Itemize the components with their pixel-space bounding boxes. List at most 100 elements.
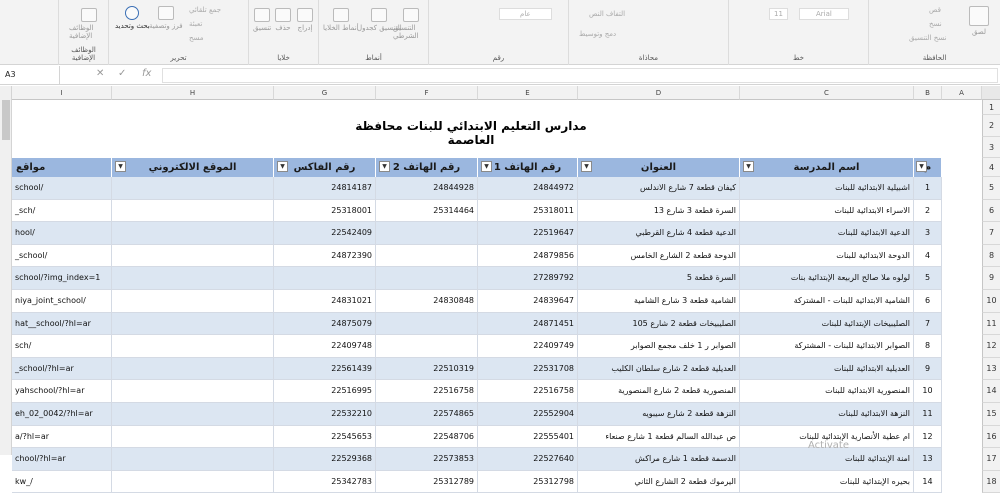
cell-m[interactable]: 9 <box>914 357 942 381</box>
cell-name[interactable]: امنة الإبتدائية للبنات <box>740 448 914 471</box>
filter-dropdown-icon[interactable]: ▼ <box>379 161 390 172</box>
header-fax[interactable]: رقم الفاكس ▼ <box>274 158 376 177</box>
cell-name[interactable]: الصليبيخات الإبتدائية للبنات <box>740 312 914 336</box>
cell-web[interactable] <box>112 380 274 403</box>
cell-addr[interactable]: النزهة قطعة 2 شارع سيبويه <box>578 403 740 426</box>
row-header[interactable]: 8 <box>982 244 1000 268</box>
row-header[interactable]: 1 <box>982 100 1000 115</box>
cell-fax[interactable]: 25318001 <box>274 199 376 223</box>
formula-input[interactable] <box>162 68 998 83</box>
cell-site[interactable]: school/ <box>12 177 112 200</box>
cell-addr[interactable]: الصوابر ر 1 خلف مجمع الصوابر <box>578 335 740 358</box>
header-tel2[interactable]: رقم الهاتف 2 ▼ <box>376 158 478 177</box>
cell-web[interactable] <box>112 177 274 200</box>
cell-tel1[interactable]: 22531708 <box>478 357 578 381</box>
row-header[interactable]: 14 <box>982 380 1000 403</box>
cell-tel2[interactable]: 24844928 <box>376 177 478 200</box>
cell-tel2[interactable] <box>376 267 478 290</box>
cell-web[interactable] <box>112 335 274 358</box>
cell-site[interactable]: chool/?hl=ar <box>12 448 112 471</box>
cell-name[interactable]: النزهة الابتدائية للبنات <box>740 403 914 426</box>
cell-addr[interactable]: الدوحة قطعة 2 الشارع الخامس <box>578 244 740 268</box>
cell-tel2[interactable]: 22548706 <box>376 425 478 449</box>
column-header-a[interactable]: A <box>942 86 982 100</box>
cell-site[interactable]: _sch/ <box>12 199 112 223</box>
filter-dropdown-icon[interactable]: ▼ <box>581 161 592 172</box>
cell-styles-button[interactable]: أنماط الخلايا <box>323 8 359 32</box>
cell-tel1[interactable]: 25318011 <box>478 199 578 223</box>
cell-tel2[interactable] <box>376 335 478 358</box>
cell-name[interactable]: لولوه ملا صالح الربيعة الإبتدائية بنات <box>740 267 914 290</box>
scroll-thumb[interactable] <box>2 100 10 140</box>
cell-name[interactable]: الصوابر الابتدائية للبنات - المشتركة <box>740 335 914 358</box>
column-header-c[interactable]: C <box>740 86 914 100</box>
number-format-select[interactable]: عام <box>499 8 552 20</box>
delete-button[interactable]: حذف <box>275 8 291 32</box>
cell-web[interactable] <box>112 470 274 493</box>
row-header[interactable]: 10 <box>982 290 1000 313</box>
cell-tel2[interactable]: 22516758 <box>376 380 478 403</box>
cell-web[interactable] <box>112 403 274 426</box>
header-sites[interactable]: مواقع <box>12 158 112 177</box>
row-header[interactable]: 4 <box>982 158 1000 177</box>
column-header-e[interactable]: E <box>478 86 578 100</box>
header-address[interactable]: العنوان ▼ <box>578 158 740 177</box>
cell-site[interactable]: _school/?hl=ar <box>12 357 112 381</box>
cell-site[interactable]: hool/ <box>12 222 112 245</box>
column-header-f[interactable]: F <box>376 86 478 100</box>
row-header[interactable]: 16 <box>982 425 1000 449</box>
cell-tel1[interactable]: 25312798 <box>478 470 578 493</box>
cell-tel2[interactable]: 22573853 <box>376 448 478 471</box>
filter-dropdown-icon[interactable]: ▼ <box>481 161 492 172</box>
cell-addr[interactable]: السرة قطعة 3 شارع 13 <box>578 199 740 223</box>
cell-name[interactable]: الدوحة الابتدائية للبنات <box>740 244 914 268</box>
sort-filter-button[interactable]: فرز وتصفية <box>149 6 183 30</box>
cell-site[interactable]: _school/ <box>12 244 112 268</box>
addins-button[interactable]: الوظائف الإضافية <box>69 8 108 40</box>
cell-name[interactable]: العديلية الابتدائية للبنات <box>740 357 914 381</box>
row-header[interactable]: 17 <box>982 448 1000 471</box>
header-school-name[interactable]: اسم المدرسة ▼ <box>740 158 914 177</box>
cell-tel1[interactable]: 22552904 <box>478 403 578 426</box>
column-header-b[interactable]: B <box>914 86 942 100</box>
cell-fax[interactable]: 22532210 <box>274 403 376 426</box>
wrap-text-button[interactable]: التفاف النص <box>589 10 625 18</box>
cell-m[interactable]: 13 <box>914 448 942 471</box>
cell-addr[interactable]: اليرموك قطعة 2 الشارع الثاني <box>578 470 740 493</box>
filter-dropdown-icon[interactable]: ▼ <box>916 161 927 172</box>
cell-site[interactable]: eh_02_0042/?hl=ar <box>12 403 112 426</box>
format-button[interactable]: تنسيق <box>253 8 271 32</box>
cell-tel1[interactable]: 24871451 <box>478 312 578 336</box>
filter-dropdown-icon[interactable]: ▼ <box>115 161 126 172</box>
merge-center-button[interactable]: دمج وتوسيط <box>579 30 616 38</box>
cell-addr[interactable]: العديلية قطعة 2 شارع سلطان الكليب <box>578 357 740 381</box>
cell-tel2[interactable]: 22574865 <box>376 403 478 426</box>
cell-tel1[interactable]: 22519647 <box>478 222 578 245</box>
cell-web[interactable] <box>112 244 274 268</box>
cell-m[interactable]: 11 <box>914 403 942 426</box>
cell-site[interactable]: sch/ <box>12 335 112 358</box>
cell-tel2[interactable]: 22510319 <box>376 357 478 381</box>
cell-site[interactable]: hat__school/?hl=ar <box>12 312 112 336</box>
select-all-corner[interactable] <box>982 86 1000 100</box>
cell-name[interactable]: الدعية الابتدائية للبنات <box>740 222 914 245</box>
autosum-button[interactable]: جمع تلقائي <box>189 6 221 14</box>
cell-addr[interactable]: ص عبدالله السالم قطعة 1 شارع صنعاء <box>578 425 740 449</box>
clear-button[interactable]: مسح <box>189 34 204 42</box>
cell-tel2[interactable] <box>376 312 478 336</box>
cell-site[interactable]: kw_/ <box>12 470 112 493</box>
cell-web[interactable] <box>112 290 274 313</box>
row-header[interactable]: 2 <box>982 115 1000 137</box>
header-website[interactable]: الموقع الالكتروني ▼ <box>112 158 274 177</box>
cell-tel1[interactable]: 22555401 <box>478 425 578 449</box>
vertical-scrollbar[interactable] <box>0 86 12 455</box>
cell-name[interactable]: الاسراء الابتدائية للبنات <box>740 199 914 223</box>
cell-fax[interactable]: 22545653 <box>274 425 376 449</box>
cell-m[interactable]: 5 <box>914 267 942 290</box>
cell-fax[interactable]: 25342783 <box>274 470 376 493</box>
cell-fax[interactable]: 22561439 <box>274 357 376 381</box>
cell-name[interactable]: بحيره الإبتدائية للبنات <box>740 470 914 493</box>
row-header[interactable]: 15 <box>982 403 1000 426</box>
cell-tel2[interactable]: 24830848 <box>376 290 478 313</box>
cell-web[interactable] <box>112 448 274 471</box>
